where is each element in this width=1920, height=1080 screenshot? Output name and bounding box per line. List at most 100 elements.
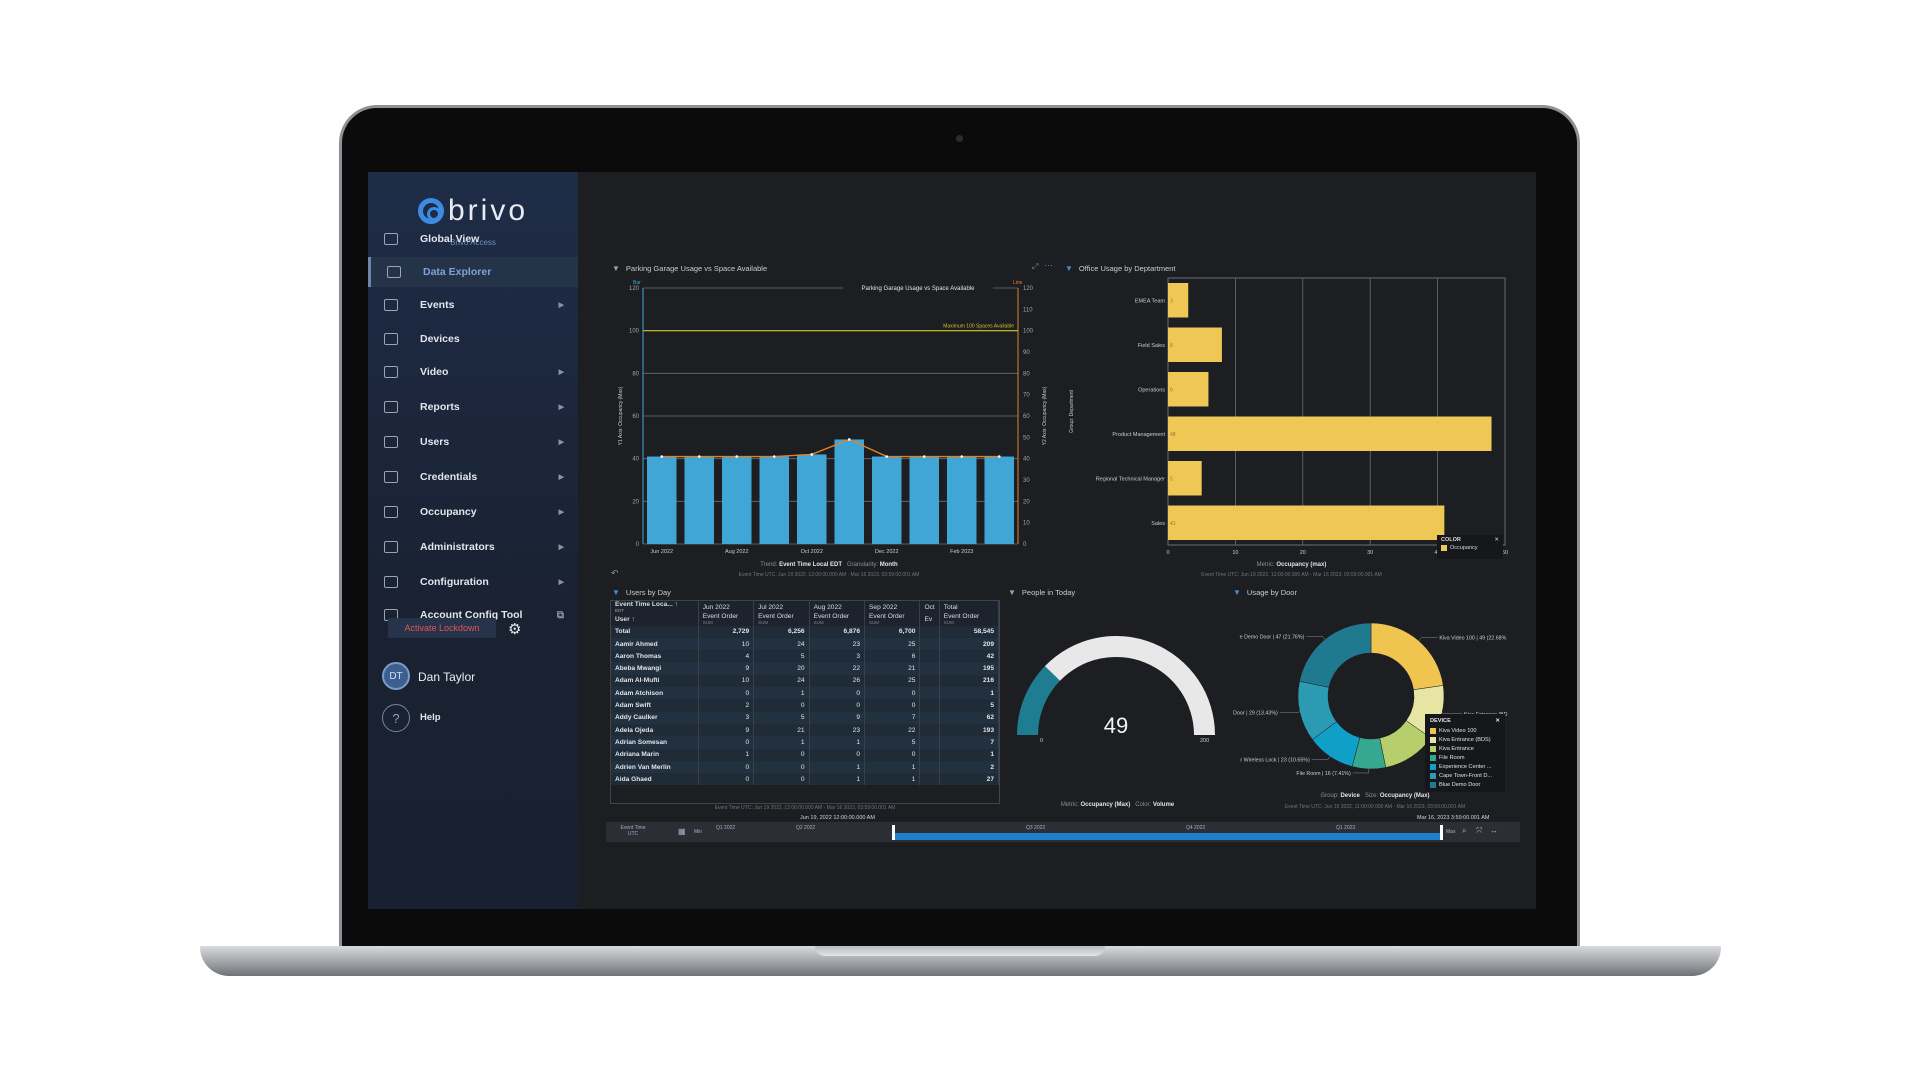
close-icon[interactable]: ✕ [1495, 718, 1500, 724]
help-icon[interactable]: ? [382, 704, 410, 732]
column-header-measure[interactable]: Ev [919, 613, 940, 626]
table-cell [919, 625, 940, 638]
sidebar-item-administrators[interactable]: Administrators ▶ [368, 532, 578, 562]
table-cell: 1 [939, 687, 999, 700]
filter-icon[interactable]: ▼ [1008, 588, 1016, 597]
y2-tick-label: 10 [1023, 521, 1030, 527]
table-cell: Adrian Somesan [611, 736, 699, 749]
timeline-start-handle[interactable] [892, 825, 895, 840]
timeline-end-handle[interactable] [1440, 825, 1443, 840]
filter-icon[interactable]: ▼ [1233, 588, 1241, 597]
bar [872, 456, 902, 544]
timeline-start[interactable]: Jun 19, 2022 12:00:00.000 AM [800, 815, 875, 821]
expand-horizontal-icon[interactable]: ↔ [1490, 826, 1498, 835]
table-row[interactable]: Aida Ghaed 0 0 1 1 27 [611, 773, 999, 786]
bar [684, 456, 714, 544]
legend-item[interactable]: File Room [1430, 753, 1500, 762]
table-row[interactable]: Addy Caulker 3 5 9 7 62 [611, 711, 999, 724]
table-row[interactable]: Adrien Van Merlin 0 0 1 1 2 [611, 760, 999, 774]
table-cell: Aida Ghaed [611, 773, 699, 786]
fit-icon[interactable]: ⤧ [1476, 826, 1482, 836]
column-header-month[interactable]: Sep 2022 [864, 601, 921, 614]
y2-tick-label: 100 [1023, 329, 1034, 335]
undo-icon[interactable]: ↶ [611, 568, 619, 579]
column-header-month[interactable]: Jun 2022 [698, 601, 755, 614]
sidebar-item-global-view[interactable]: Global View [368, 224, 578, 254]
column-header-event-time[interactable]: Event Time Loca... ↑ EDT [611, 601, 699, 614]
column-header-measure[interactable]: Event Order SUM [753, 613, 810, 626]
bar [759, 456, 789, 544]
column-header-month[interactable]: Total [939, 601, 999, 614]
more-options-icon[interactable]: ⋯ [1044, 260, 1053, 271]
table-row[interactable]: Total 2,729 6,256 6,876 6,700 58,545 [611, 625, 999, 638]
sidebar-item-data-explorer[interactable]: Data Explorer [368, 257, 578, 287]
column-header-month[interactable]: Aug 2022 [809, 601, 866, 614]
table-row[interactable]: Adam Al-Mufti 10 24 26 25 216 [611, 674, 999, 688]
gauge-max: 200 [1200, 738, 1209, 744]
table-cell: 10 [698, 637, 755, 651]
close-icon[interactable]: ✕ [1494, 537, 1499, 543]
timeline-end[interactable]: Mar 16, 2023 3:59:00.001 AM [1417, 815, 1489, 821]
table-cell: 0 [698, 773, 755, 786]
timeline-max[interactable]: Max [1446, 829, 1455, 835]
sidebar-item-reports[interactable]: Reports ▶ [368, 392, 578, 422]
sidebar-item-label: Devices [420, 333, 460, 345]
column-header-month[interactable]: Oct [919, 601, 940, 614]
table-cell: 0 [698, 687, 755, 700]
external-link-icon[interactable]: ⧉ [557, 610, 564, 621]
table-cell: 5 [939, 699, 999, 712]
data-label: 41 [1170, 521, 1176, 527]
table-cell: 0 [864, 748, 921, 761]
legend-item[interactable]: Kiva Entrance (BDS) [1430, 735, 1500, 744]
legend-item[interactable]: Kiva Video 100 [1430, 726, 1500, 735]
avatar[interactable]: DT [382, 662, 410, 690]
timeline-slider[interactable]: Event Time UTC ▦ Min Q1 2022 Q2 2022 Q3 202… [606, 822, 1520, 842]
timeline-selected-range[interactable] [894, 833, 1440, 840]
table-cell: 2 [939, 760, 999, 774]
legend-item[interactable]: Blue Demo Door [1430, 780, 1500, 789]
data-label: 3 [1170, 298, 1173, 304]
column-header-measure[interactable]: Event Order SUM [809, 613, 866, 626]
table-row[interactable]: Adriana Marin 1 0 0 0 1 [611, 748, 999, 761]
legend-item[interactable]: Experience Center ... [1430, 762, 1500, 771]
gear-icon[interactable]: ⚙ [508, 620, 521, 638]
table-cell: 0 [809, 687, 866, 700]
table-cell: 25 [864, 637, 921, 651]
legend-item[interactable]: Cape Town-Front D... [1430, 771, 1500, 780]
sidebar-item-video[interactable]: Video ▶ [368, 357, 578, 387]
sidebar-item-occupancy[interactable]: Occupancy ▶ [368, 497, 578, 527]
table-row[interactable]: Adam Atchison 0 1 0 0 1 [611, 687, 999, 700]
zoom-icon[interactable]: ⌕ [1462, 826, 1466, 836]
filter-icon[interactable]: ▼ [612, 264, 620, 273]
sidebar-item-configuration[interactable]: Configuration ▶ [368, 567, 578, 597]
help-link[interactable]: Help [420, 712, 441, 723]
slice-label: r Wireless Lock | 23 (10.65%) [1240, 758, 1310, 764]
x-tick-label: 10 [1232, 550, 1238, 556]
sidebar-item-credentials[interactable]: Credentials ▶ [368, 462, 578, 492]
filter-icon[interactable]: ▼ [612, 588, 620, 597]
activate-lockdown-button[interactable]: Activate Lockdown [388, 618, 496, 638]
calendar-icon[interactable]: ▦ [678, 827, 686, 836]
expand-icon[interactable]: ⤢ [1032, 262, 1038, 272]
sidebar-item-users[interactable]: Users ▶ [368, 427, 578, 457]
column-header-user[interactable]: User ↑ [611, 613, 699, 626]
column-header-measure[interactable]: Event Order SUM [698, 613, 755, 626]
table-cell: Total [611, 625, 699, 638]
user-name[interactable]: Dan Taylor [418, 670, 475, 684]
table-row[interactable]: Aamir Ahmed 10 24 23 25 209 [611, 637, 999, 651]
table-cell [919, 711, 940, 724]
column-header-measure[interactable]: Event Order SUM [864, 613, 921, 626]
sidebar-item-devices[interactable]: Devices [368, 324, 578, 354]
table-row[interactable]: Adela Ojeda 9 21 23 22 193 [611, 723, 999, 737]
column-header-month[interactable]: Jul 2022 [753, 601, 810, 614]
label-leader [1279, 711, 1300, 713]
line-point [847, 438, 851, 441]
timeline-min[interactable]: Min [694, 829, 702, 835]
table-row[interactable]: Adrian Somesan 0 1 1 5 7 [611, 736, 999, 749]
sidebar-item-events[interactable]: Events ▶ [368, 290, 578, 320]
legend-item[interactable]: Kiva Entrance [1430, 744, 1500, 753]
table-row[interactable]: Aaron Thomas 4 5 3 6 42 [611, 650, 999, 663]
column-header-measure[interactable]: Event Order SUM [939, 613, 999, 626]
table-row[interactable]: Adam Swift 2 0 0 0 5 [611, 699, 999, 712]
table-row[interactable]: Abeba Mwangi 9 20 22 21 195 [611, 662, 999, 675]
